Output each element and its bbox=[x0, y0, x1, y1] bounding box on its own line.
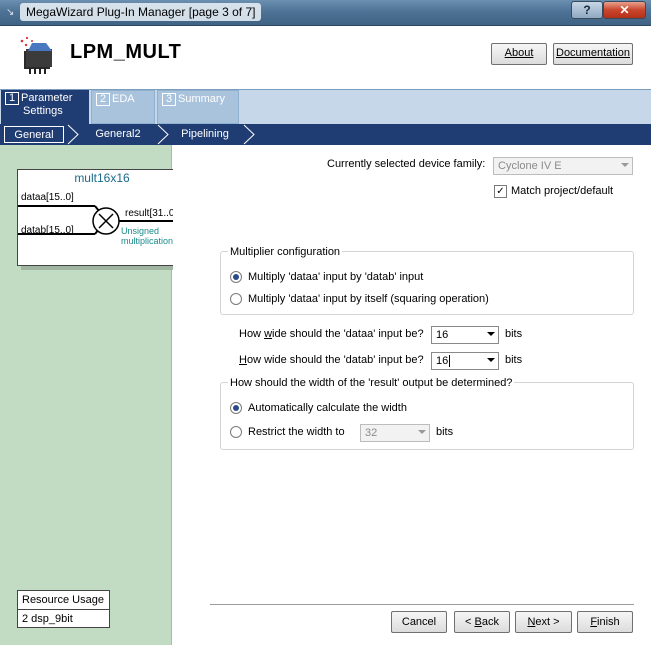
chevron-down-icon bbox=[418, 430, 426, 434]
about-label: About bbox=[504, 47, 534, 59]
note-line1: Unsigned bbox=[121, 226, 160, 236]
block-symbol: mult16x16 dataa[15..0] datab[15..0] resu… bbox=[17, 169, 187, 271]
multiply-ab-label: Multiply 'dataa' input by 'datab' input bbox=[248, 271, 424, 283]
datab-width-mnemonic: H bbox=[239, 354, 247, 366]
back-mnemonic: B bbox=[474, 616, 482, 628]
resource-usage-value: 2 dsp_9bit bbox=[22, 613, 73, 625]
match-project-checkbox[interactable]: ✓ bbox=[494, 185, 507, 198]
step-label: Summary bbox=[178, 93, 226, 105]
chevron-down-icon bbox=[487, 332, 495, 336]
resource-usage-box: Resource Usage 2 dsp_9bit bbox=[17, 590, 110, 628]
restrict-width-label: Restrict the width to bbox=[248, 426, 345, 438]
help-button[interactable]: ? bbox=[571, 1, 603, 19]
multiply-square-radio[interactable] bbox=[230, 293, 242, 305]
resource-usage-header: Resource Usage bbox=[18, 591, 109, 610]
dataa-width-value: 16 bbox=[436, 329, 449, 341]
multiply-ab-radio[interactable] bbox=[230, 271, 242, 283]
port-dataa: dataa[15..0] bbox=[21, 192, 74, 203]
bottom-divider bbox=[210, 604, 634, 605]
dataa-width-label: How wide should the 'dataa' input be? bbox=[239, 328, 424, 340]
datab-width-value: 16 bbox=[436, 355, 449, 367]
datab-bits-label: bits bbox=[505, 354, 523, 366]
note-line2: multiplication bbox=[121, 236, 174, 246]
match-project-label: Match project/default bbox=[511, 185, 614, 197]
about-button[interactable]: About bbox=[491, 43, 547, 65]
chevron-right-icon bbox=[243, 124, 255, 145]
dataa-width-select[interactable]: 16 bbox=[431, 326, 499, 344]
subtab-general2[interactable]: General2 bbox=[82, 124, 154, 145]
multiply-square-label: Multiply 'dataa' input by itself (squari… bbox=[248, 293, 489, 305]
close-button[interactable]: ✕ bbox=[603, 1, 646, 19]
multiplier-symbol-icon bbox=[18, 205, 186, 235]
chevron-down-icon bbox=[487, 358, 495, 362]
back-prefix: < bbox=[465, 616, 475, 628]
step-tabs: 1 Parameter Settings 2 EDA 3 Summary bbox=[0, 89, 651, 124]
subtab-bar: General General2 Pipelining bbox=[0, 124, 651, 145]
documentation-label: Documentation bbox=[556, 47, 630, 59]
device-family-value: Cyclone IV E bbox=[498, 160, 562, 172]
auto-width-label: Automatically calculate the width bbox=[248, 402, 407, 414]
device-family-select[interactable]: Cyclone IV E bbox=[493, 157, 633, 175]
step-label-line2: Settings bbox=[23, 105, 63, 117]
step-number: 2 bbox=[96, 93, 110, 106]
result-width-title: How should the width of the 'result' out… bbox=[228, 377, 515, 389]
auto-width-radio[interactable] bbox=[230, 402, 242, 414]
multiplier-config-title: Multiplier configuration bbox=[228, 246, 343, 258]
next-rest: ext > bbox=[535, 616, 560, 628]
restrict-bits-label: bits bbox=[436, 426, 454, 438]
app-icon: ↘ bbox=[6, 7, 15, 18]
device-family-label: Currently selected device family: bbox=[327, 158, 486, 170]
step-label-line1: Parameter bbox=[21, 92, 73, 104]
port-datab: datab[15..0] bbox=[21, 225, 74, 236]
restrict-width-radio[interactable] bbox=[230, 426, 242, 438]
dataa-width-rest: ide should the 'dataa' input be? bbox=[272, 328, 424, 340]
window-title: MegaWizard Plug-In Manager [page 3 of 7] bbox=[20, 3, 262, 21]
tab-parameter-settings[interactable]: 1 Parameter Settings bbox=[1, 90, 89, 124]
back-rest: ack bbox=[481, 616, 499, 628]
restrict-width-value: 32 bbox=[365, 427, 378, 439]
finish-button[interactable]: Finish bbox=[577, 611, 633, 633]
block-note: Unsigned multiplication bbox=[121, 226, 173, 246]
dataa-bits-label: bits bbox=[505, 328, 523, 340]
dataa-width-prefix: How bbox=[239, 328, 265, 340]
step-label: EDA bbox=[112, 93, 135, 105]
chevron-right-icon bbox=[157, 124, 169, 145]
documentation-button[interactable]: Documentation bbox=[553, 43, 633, 65]
port-result: result[31..0] bbox=[125, 208, 178, 219]
symbol-panel: mult16x16 dataa[15..0] datab[15..0] resu… bbox=[0, 145, 186, 645]
cancel-button[interactable]: Cancel bbox=[391, 611, 447, 633]
datab-width-select[interactable]: 16 bbox=[431, 352, 499, 370]
subtab-general[interactable]: General bbox=[4, 126, 64, 143]
dataa-width-mnemonic: w bbox=[264, 328, 273, 340]
page-title: LPM_MULT bbox=[70, 41, 182, 63]
chevron-down-icon bbox=[621, 163, 629, 167]
megawizard-logo-icon bbox=[20, 36, 52, 74]
next-button[interactable]: Next > bbox=[515, 611, 572, 633]
tab-summary[interactable]: 3 Summary bbox=[157, 90, 239, 124]
subtab-pipelining[interactable]: Pipelining bbox=[172, 124, 238, 145]
finish-rest: inish bbox=[597, 616, 620, 628]
datab-width-rest: ow wide should the 'datab' input be? bbox=[246, 354, 424, 366]
multiplier-config-group bbox=[220, 251, 634, 315]
header: LPM_MULT About Documentation bbox=[0, 27, 651, 89]
datab-width-label: How wide should the 'datab' input be? bbox=[239, 354, 424, 366]
chevron-right-icon bbox=[67, 124, 79, 145]
step-number: 3 bbox=[162, 93, 176, 106]
back-button[interactable]: < Back bbox=[454, 611, 510, 633]
step-number: 1 bbox=[5, 92, 19, 105]
restrict-width-select[interactable]: 32 bbox=[360, 424, 430, 442]
tab-eda[interactable]: 2 EDA bbox=[91, 90, 155, 124]
settings-panel: Currently selected device family: Cyclon… bbox=[173, 145, 651, 645]
title-bar: ↘ MegaWizard Plug-In Manager [page 3 of … bbox=[0, 0, 651, 26]
